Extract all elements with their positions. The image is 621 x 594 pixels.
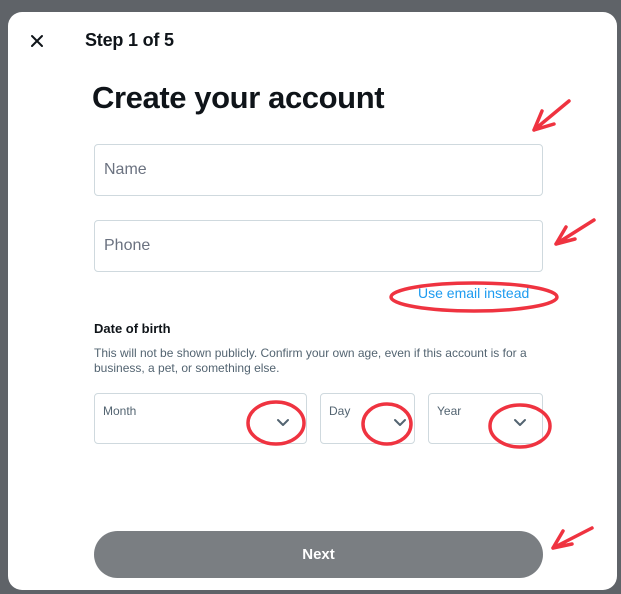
create-account-modal: Step 1 of 5 Create your account Use emai… [8,12,617,590]
year-select-label: Year [437,404,462,418]
next-button[interactable]: Next [94,531,543,578]
phone-input[interactable] [95,221,542,271]
close-icon [30,34,44,48]
chevron-down-icon [511,413,529,431]
phone-field [94,220,543,272]
use-email-instead-link[interactable]: Use email instead [418,285,529,301]
chevron-down-icon [391,413,409,431]
year-select[interactable]: Year [428,393,543,444]
step-indicator: Step 1 of 5 [85,30,174,50]
screenshot-background: Step 1 of 5 Create your account Use emai… [0,0,621,594]
date-of-birth-heading: Date of birth [94,321,171,336]
name-input[interactable] [95,145,542,195]
close-button[interactable] [28,32,46,50]
chevron-down-icon [274,413,292,431]
month-select[interactable]: Month [94,393,307,444]
day-select-label: Day [329,404,351,418]
day-select[interactable]: Day [320,393,415,444]
month-select-label: Month [103,404,137,418]
date-of-birth-help-text: This will not be shown publicly. Confirm… [94,346,527,375]
modal-content: Step 1 of 5 Create your account Use emai… [8,12,617,590]
page-title: Create your account [92,80,385,115]
name-field [94,144,543,196]
